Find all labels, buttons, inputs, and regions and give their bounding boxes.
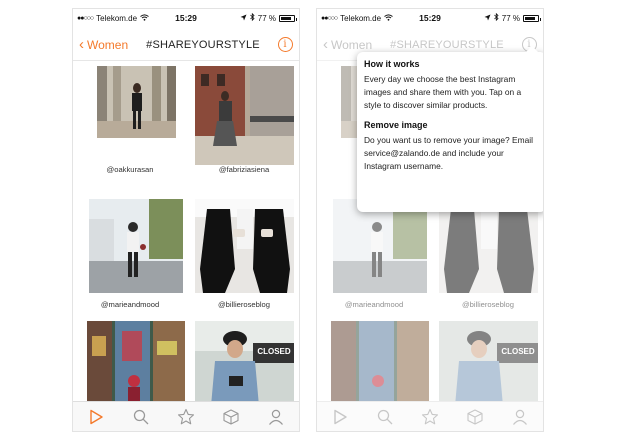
remove-image-heading: Remove image <box>364 120 428 131</box>
battery-percentage: 77 % <box>501 13 520 23</box>
bluetooth-icon <box>249 12 255 23</box>
wifi-icon <box>140 13 149 23</box>
tab-profile[interactable] <box>265 406 287 428</box>
how-it-works-text: Every day we choose the best Instagram i… <box>364 74 522 111</box>
remove-image-text: Do you want us to remove your image? Ema… <box>364 135 533 172</box>
style-photo <box>195 199 294 293</box>
style-photo <box>89 199 183 293</box>
battery-percentage: 77 % <box>257 13 276 23</box>
info-popover: How it works Every day we choose the bes… <box>357 46 543 212</box>
status-bar: ●●○○○ Telekom.de 15:29 77 % <box>317 9 543 27</box>
style-photo <box>195 66 294 165</box>
style-card[interactable]: @billieroseblog <box>187 194 299 316</box>
style-grid: @oakkurasan @fabriziasiena @marieandmood… <box>73 61 299 403</box>
tab-bar <box>73 401 299 431</box>
closed-sign-text: CLOSED <box>257 347 291 356</box>
phone-screen-left: ●●○○○ Telekom.de 15:29 77 % ‹ Women #SHA… <box>72 8 300 432</box>
tab-search[interactable] <box>130 406 152 428</box>
battery-icon <box>523 14 541 22</box>
back-button[interactable]: ‹ Women <box>73 37 135 52</box>
instagram-handle: @marieandmood <box>100 300 160 309</box>
style-card[interactable]: @oakkurasan <box>73 61 187 181</box>
style-photo: CLOSED <box>195 321 294 403</box>
back-button-label: Women <box>87 37 129 52</box>
navigation-bar: ‹ Women #SHAREYOURSTYLE i <box>73 29 299 61</box>
signal-strength: ●●○○○ <box>77 14 94 22</box>
status-bar: ●●○○○ Telekom.de 15:29 77 % <box>73 9 299 27</box>
style-card[interactable]: CLOSED <box>187 316 299 403</box>
instagram-handle: @billieroseblog <box>217 300 271 309</box>
location-icon <box>240 14 247 23</box>
tab-discover[interactable] <box>85 406 107 428</box>
chevron-left-icon: ‹ <box>79 36 84 53</box>
instagram-handle: @oakkurasan <box>106 165 154 174</box>
style-photo <box>97 66 176 138</box>
search-icon <box>133 409 149 424</box>
profile-icon <box>269 409 284 425</box>
wifi-icon <box>384 13 393 23</box>
tab-cart[interactable] <box>220 406 242 428</box>
box-icon <box>223 408 239 425</box>
battery-icon <box>279 14 297 22</box>
page-title: #SHAREYOURSTYLE <box>146 38 260 51</box>
carrier-name: Telekom.de <box>96 13 138 23</box>
carrier-name: Telekom.de <box>340 13 382 23</box>
style-card[interactable]: @fabriziasiena <box>187 61 299 181</box>
signal-strength: ●●○○○ <box>321 14 338 22</box>
style-photo <box>87 321 185 403</box>
info-button[interactable]: i <box>277 37 293 52</box>
instagram-handle: @fabriziasiena <box>218 165 270 174</box>
how-it-works-heading: How it works <box>364 59 420 69</box>
style-card[interactable] <box>73 316 187 403</box>
phone-screen-right: ●●○○○ Telekom.de 15:29 77 % ‹ Women #SHA… <box>316 8 544 432</box>
style-card[interactable]: @marieandmood <box>73 194 187 316</box>
location-icon <box>484 14 491 23</box>
play-icon <box>89 409 103 424</box>
star-icon <box>177 408 195 424</box>
tab-wishlist[interactable] <box>175 406 197 428</box>
bluetooth-icon <box>493 12 499 23</box>
